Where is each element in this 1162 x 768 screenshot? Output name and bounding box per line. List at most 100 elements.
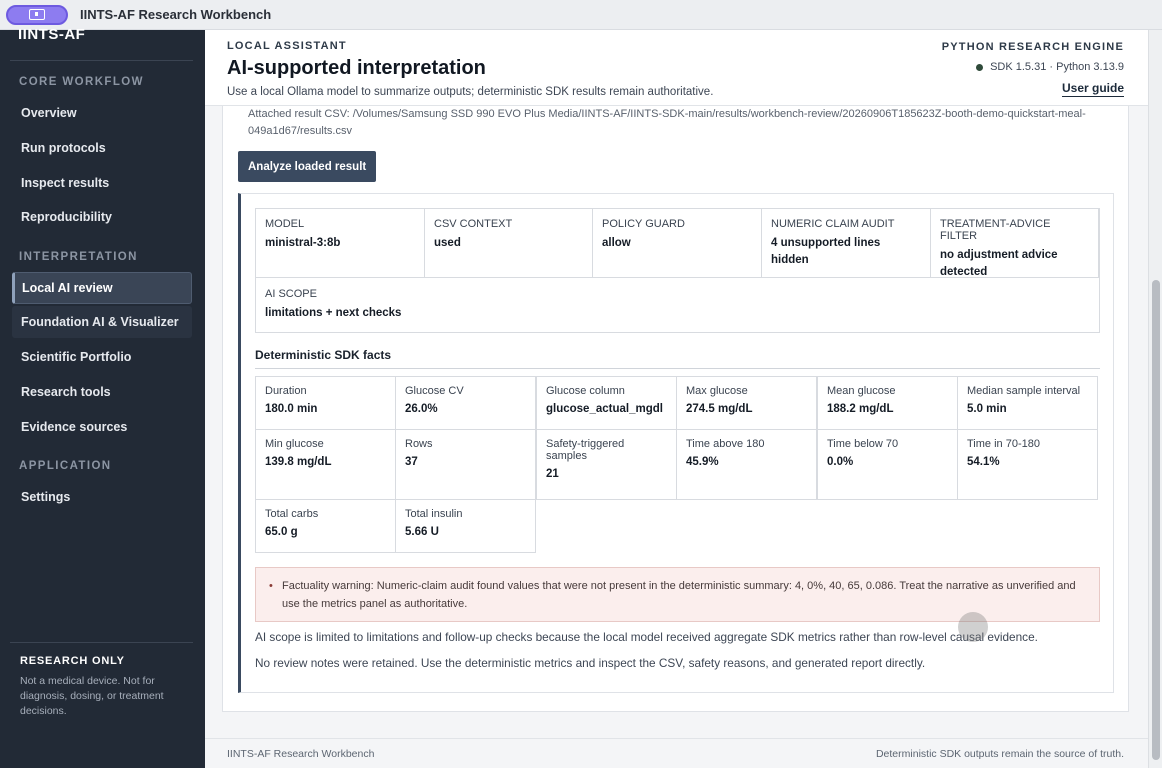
brand-logo: IINTS-AF bbox=[18, 26, 86, 40]
sidebar-item-research-tools[interactable]: Research tools bbox=[12, 376, 192, 408]
fact-label: Duration bbox=[265, 385, 307, 397]
meta-value: ministral-3:8b bbox=[265, 237, 341, 249]
section-application: APPLICATION bbox=[19, 460, 112, 472]
sidebar-item-reproducibility[interactable]: Reproducibility bbox=[12, 201, 192, 233]
ai-scope-note: AI scope is limited to limitations and f… bbox=[255, 630, 1038, 644]
fact-time-above-180: Time above 180 45.9% bbox=[676, 429, 817, 500]
fact-value: 37 bbox=[405, 456, 418, 468]
meta-value: limitations + next checks bbox=[265, 307, 402, 319]
section-interpretation: INTERPRETATION bbox=[19, 251, 138, 263]
warning-text: Factuality warning: Numeric-claim audit … bbox=[282, 580, 1076, 610]
fact-label: Total insulin bbox=[405, 508, 463, 520]
sdk-status: SDK 1.5.31 · Python 3.13.9 bbox=[976, 61, 1124, 73]
fact-value: glucose_actual_mgdl bbox=[546, 403, 663, 415]
meta-label: TREATMENT-ADVICE FILTER bbox=[940, 218, 1051, 242]
fact-label: Time in 70-180 bbox=[967, 438, 1040, 450]
page-subtitle: Use a local Ollama model to summarize ou… bbox=[227, 86, 714, 98]
sidebar-item-overview[interactable]: Overview bbox=[12, 97, 192, 129]
fact-value: 5.0 min bbox=[967, 403, 1007, 415]
mouse-cursor bbox=[958, 612, 988, 642]
fact-label: Mean glucose bbox=[827, 385, 896, 397]
monitor-icon bbox=[29, 9, 45, 20]
fact-mean-glucose: Mean glucose 188.2 mg/dL bbox=[817, 376, 958, 430]
fact-label: Time below 70 bbox=[827, 438, 899, 450]
fact-value: 45.9% bbox=[686, 456, 719, 468]
fact-max-glucose: Max glucose 274.5 mg/dL bbox=[676, 376, 817, 430]
meta-label: AI SCOPE bbox=[265, 288, 317, 300]
meta-treatment-advice-filter: TREATMENT-ADVICE FILTER no adjustment ad… bbox=[931, 209, 1099, 278]
page-header: LOCAL ASSISTANT AI-supported interpretat… bbox=[205, 30, 1148, 106]
scrollbar[interactable] bbox=[1148, 30, 1162, 768]
sidebar-footer-divider bbox=[10, 642, 193, 643]
facts-divider bbox=[255, 368, 1100, 369]
fact-min-glucose: Min glucose 139.8 mg/dL bbox=[255, 429, 396, 500]
fact-label: Glucose CV bbox=[405, 385, 464, 397]
bullet-icon: • bbox=[269, 580, 273, 592]
user-guide-link[interactable]: User guide bbox=[1061, 81, 1124, 97]
sidebar-item-inspect-results[interactable]: Inspect results bbox=[12, 167, 192, 199]
sidebar-item-evidence-sources[interactable]: Evidence sources bbox=[12, 411, 192, 443]
sidebar-divider bbox=[10, 60, 193, 61]
fact-label: Rows bbox=[405, 438, 433, 450]
meta-label: CSV CONTEXT bbox=[434, 218, 513, 230]
attached-csv-path: Attached result CSV: /Volumes/Samsung SS… bbox=[248, 108, 1086, 137]
analyze-loaded-result-button[interactable]: Analyze loaded result bbox=[238, 151, 377, 182]
fact-label: Time above 180 bbox=[686, 438, 765, 450]
fact-label: Max glucose bbox=[686, 385, 748, 397]
meta-policy-guard: POLICY GUARD allow bbox=[593, 209, 762, 278]
engine-label: PYTHON RESEARCH ENGINE bbox=[941, 41, 1124, 53]
fact-value: 21 bbox=[546, 468, 559, 480]
fact-median-sample-interval: Median sample interval 5.0 min bbox=[957, 376, 1098, 430]
meta-label: NUMERIC CLAIM AUDIT bbox=[771, 218, 895, 230]
main-content: Attached result CSV: /Volumes/Samsung SS… bbox=[205, 30, 1148, 768]
fact-total-carbs: Total carbs 65.0 g bbox=[255, 499, 396, 553]
title-bar: IINTS-AF Research Workbench bbox=[0, 0, 1162, 30]
scrollbar-thumb[interactable] bbox=[1152, 280, 1160, 760]
fact-glucose-column: Glucose column glucose_actual_mgdl bbox=[536, 376, 677, 430]
meta-label: POLICY GUARD bbox=[602, 218, 685, 230]
fact-safety-triggered-samples: Safety-triggered samples 21 bbox=[536, 429, 677, 500]
page-eyebrow: LOCAL ASSISTANT bbox=[227, 40, 347, 52]
fact-time-in-range: Time in 70-180 54.1% bbox=[957, 429, 1098, 500]
status-dot-icon bbox=[976, 63, 984, 71]
research-only-title: RESEARCH ONLY bbox=[20, 655, 125, 667]
fact-value: 139.8 mg/dL bbox=[265, 456, 332, 468]
section-core-workflow: CORE WORKFLOW bbox=[19, 76, 144, 88]
page-title: AI-supported interpretation bbox=[227, 57, 486, 79]
ai-metadata-grid: MODEL ministral-3:8b CSV CONTEXT used PO… bbox=[255, 208, 1100, 333]
sidebar-item-settings[interactable]: Settings bbox=[12, 481, 192, 513]
fact-label: Min glucose bbox=[265, 438, 324, 450]
fact-time-below-70: Time below 70 0.0% bbox=[817, 429, 958, 500]
sidebar-item-scientific-portfolio[interactable]: Scientific Portfolio bbox=[12, 341, 192, 373]
meta-value: used bbox=[434, 237, 461, 249]
sidebar-item-local-ai-review[interactable]: Local AI review bbox=[12, 272, 192, 304]
footer-app-name: IINTS-AF Research Workbench bbox=[227, 748, 375, 760]
fact-duration: Duration 180.0 min bbox=[255, 376, 396, 430]
app-switcher-button[interactable] bbox=[6, 4, 68, 25]
meta-numeric-claim-audit: NUMERIC CLAIM AUDIT 4 unsupported lines … bbox=[762, 209, 931, 278]
window-title: IINTS-AF Research Workbench bbox=[80, 7, 272, 22]
fact-value: 54.1% bbox=[967, 456, 1000, 468]
fact-total-insulin: Total insulin 5.66 U bbox=[395, 499, 536, 553]
sidebar-item-run-protocols[interactable]: Run protocols bbox=[12, 132, 192, 164]
meta-csv-context: CSV CONTEXT used bbox=[425, 209, 593, 278]
meta-value: no adjustment advice detected bbox=[940, 249, 1058, 278]
fact-glucose-cv: Glucose CV 26.0% bbox=[395, 376, 536, 430]
fact-value: 180.0 min bbox=[265, 403, 318, 415]
research-only-text: Not a medical device. Not for diagnosis,… bbox=[20, 675, 164, 717]
meta-value: allow bbox=[602, 237, 631, 249]
sidebar: IINTS-AF CORE WORKFLOW Overview Run prot… bbox=[0, 26, 205, 768]
meta-value: 4 unsupported lines hidden bbox=[771, 237, 881, 266]
fact-label: Median sample interval bbox=[967, 385, 1081, 397]
fact-value: 188.2 mg/dL bbox=[827, 403, 894, 415]
fact-value: 274.5 mg/dL bbox=[686, 403, 753, 415]
footer-disclaimer: Deterministic SDK outputs remain the sou… bbox=[875, 748, 1124, 760]
sdk-version: SDK 1.5.31 · Python 3.13.9 bbox=[990, 61, 1124, 73]
sidebar-item-foundation-ai[interactable]: Foundation AI & Visualizer bbox=[12, 306, 192, 338]
page-footer: IINTS-AF Research Workbench Deterministi… bbox=[205, 738, 1148, 768]
analysis-panel: Attached result CSV: /Volumes/Samsung SS… bbox=[222, 106, 1129, 712]
fact-value: 5.66 U bbox=[405, 526, 439, 538]
fact-label: Total carbs bbox=[265, 508, 319, 520]
meta-label: MODEL bbox=[265, 218, 305, 230]
meta-ai-scope: AI SCOPE limitations + next checks bbox=[265, 288, 401, 322]
